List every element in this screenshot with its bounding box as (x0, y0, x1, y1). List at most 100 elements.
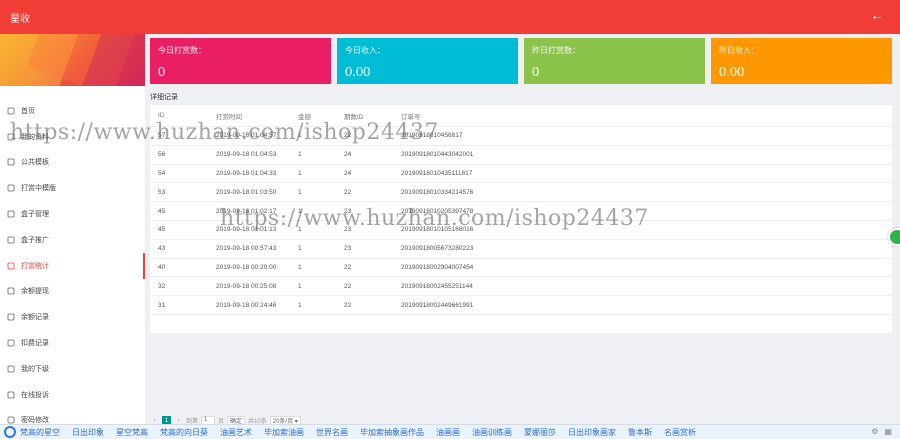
column-header[interactable]: 期数ID (344, 111, 401, 121)
bottom-link[interactable]: 日出印象画家 (568, 427, 616, 438)
float-chat-icon[interactable] (888, 228, 900, 246)
deduct-icon (6, 339, 15, 348)
profile-icon (6, 132, 15, 141)
table-cell: 24 (344, 151, 352, 159)
team-icon (6, 364, 15, 373)
table-header: ID 打赏时间 金额 期数ID 订单号 (150, 105, 892, 127)
sidebar-item-label: 盒子管理 (21, 211, 49, 219)
grid-icon[interactable]: ▦ (884, 427, 892, 436)
bottom-link[interactable]: 梵高的向日葵 (160, 427, 208, 438)
bottom-link[interactable]: 蒙娜丽莎 (524, 427, 556, 438)
sidebar-item-6[interactable]: 打赏统计 (0, 252, 145, 279)
sidebar-item-8[interactable]: 余额记录 (0, 304, 145, 330)
reward-template-icon (6, 184, 15, 193)
table-cell: 1 (298, 151, 302, 159)
records-title: 详细记录 (150, 94, 178, 101)
table-row: 56 2019-09-18 01:04:53 1 24 2019091801044304… (150, 146, 892, 165)
sidebar-item-label: 扣费记录 (21, 340, 49, 348)
table-cell: 45 (158, 226, 166, 234)
bottom-link[interactable]: 世界名画 (316, 427, 348, 438)
table-cell: 22 (344, 188, 352, 196)
table-cell: 1 (298, 226, 302, 234)
table-cell: 20190918010443042001 (401, 151, 474, 159)
column-header[interactable]: ID (150, 112, 216, 119)
column-header[interactable]: 打赏时间 (216, 111, 298, 121)
table-cell: 20190918010435111817 (401, 169, 473, 177)
table-cell: 22 (344, 132, 352, 140)
table-cell: 20190918002449661991 (401, 301, 474, 309)
bottom-link[interactable]: 油画画 (436, 427, 460, 438)
sidebar-item-0[interactable]: 首页 (0, 98, 145, 124)
complaint-icon (6, 390, 15, 399)
sidebar: 首页我的资料公共模板打赏中模版盒子管理盒子推广打赏统计余额提现余额记录扣费记录我… (0, 34, 145, 424)
table-cell: 45 (158, 207, 166, 215)
bottom-link[interactable]: 毕加索油画 (264, 427, 304, 438)
table-body: 57 2019-09-18 01:04:57 1 22 2019091801045681… (150, 127, 892, 315)
settings-icon[interactable]: ⚙ (871, 427, 878, 436)
bottom-link[interactable]: 名画赏析 (664, 427, 696, 438)
sidebar-item-9[interactable]: 扣费记录 (0, 330, 145, 356)
sidebar-item-label: 公共模板 (21, 159, 49, 167)
sidebar-item-label: 首页 (21, 107, 35, 115)
column-header[interactable]: 订单号 (401, 111, 601, 121)
table-cell: 2019-09-18 00:29:00 (216, 263, 277, 271)
bottom-link[interactable]: 毕加索抽象画作品 (360, 427, 424, 438)
sidebar-item-4[interactable]: 盒子管理 (0, 201, 145, 227)
stat-card-label: 昨日收入： (719, 46, 759, 55)
table-cell: 22 (344, 263, 352, 271)
table-row: 32 2019-09-18 00:25:08 1 22 2019091800245525… (150, 277, 892, 297)
table-row: 54 2019-09-18 01:04:33 1 24 2019091801043511… (150, 165, 892, 184)
table-cell: 20190918010456817 (401, 132, 463, 140)
table-cell: 40 (158, 263, 166, 271)
stat-card-label: 昨日打赏数： (532, 46, 580, 55)
table-cell: 54 (158, 169, 166, 177)
bottom-link[interactable]: 日出印象 (72, 427, 104, 438)
system-tray: ⚙ ▦ (871, 427, 892, 436)
table-cell: 20190918010334214576 (401, 188, 474, 196)
table-cell: 1 (298, 169, 302, 177)
sidebar-item-label: 余额提现 (21, 288, 49, 296)
table-cell: 31 (158, 301, 166, 309)
sidebar-item-label: 我的资料 (21, 133, 49, 141)
stat-card-value: 0 (158, 64, 166, 79)
sidebar-item-3[interactable]: 打赏中模版 (0, 175, 145, 201)
back-arrow-icon[interactable]: ← (870, 7, 884, 23)
sidebar-item-2[interactable]: 公共模板 (0, 150, 145, 176)
table-cell: 20190918005673280223 (401, 245, 474, 253)
sidebar-item-1[interactable]: 我的资料 (0, 124, 145, 150)
bottom-link[interactable]: 鲁本斯 (628, 427, 652, 438)
table-cell: 22 (344, 282, 352, 290)
summary-cards: 今日打赏数： 0 今日收入： 0.00 昨日打赏数： 0 昨日收入： 0.00 (150, 38, 895, 84)
table-cell: 1 (298, 188, 302, 196)
table-cell: 20190918002904007454 (401, 263, 474, 271)
table-row: 40 2019-09-18 00:29:00 1 22 2019091800290400… (150, 259, 892, 278)
column-header[interactable]: 金额 (298, 111, 344, 121)
table-cell: 20190918010105168016 (401, 226, 474, 234)
bottom-link[interactable]: 梵高的星空 (20, 427, 60, 438)
table-cell: 2019-09-18 00:25:08 (216, 282, 277, 290)
bottom-link[interactable]: 油画艺术 (220, 427, 252, 438)
browser-start-icon[interactable] (4, 426, 16, 438)
sidebar-item-5[interactable]: 盒子推广 (0, 227, 145, 253)
sidebar-item-label: 盒子推广 (21, 236, 49, 244)
table-cell: 1 (298, 263, 302, 271)
table-cell: 2019-09-18 01:02:17 (216, 207, 277, 215)
box-icon (6, 210, 15, 219)
sidebar-item-7[interactable]: 余额提现 (0, 279, 145, 305)
bottom-link-bar: 梵高的星空 日出印象 星空梵高 梵高的向日葵 油画艺术 毕加索油画 世界名画 毕加索抽象画作品… (0, 424, 900, 439)
sidebar-item-label: 打赏中模版 (21, 185, 56, 193)
sidebar-banner (0, 34, 145, 86)
table-cell: 2019-09-18 00:24:46 (216, 301, 277, 309)
table-cell: 20190918002455251144 (401, 282, 473, 290)
stats-icon (6, 261, 15, 270)
main-content: 今日打赏数： 0 今日收入： 0.00 昨日打赏数： 0 昨日收入： 0.00 详细记录 ID… (150, 38, 895, 333)
sidebar-item-10[interactable]: 我的下级 (0, 356, 145, 382)
stat-card-label: 今日打赏数： (158, 46, 206, 55)
table-cell: 23 (344, 207, 352, 215)
table-cell: 1 (298, 282, 302, 290)
sidebar-item-11[interactable]: 在线投诉 (0, 382, 145, 408)
table-cell: 57 (158, 132, 166, 140)
bottom-link[interactable]: 油画训练画 (472, 427, 512, 438)
bottom-link[interactable]: 星空梵高 (116, 427, 148, 438)
stat-card-value: 0.00 (345, 64, 371, 79)
